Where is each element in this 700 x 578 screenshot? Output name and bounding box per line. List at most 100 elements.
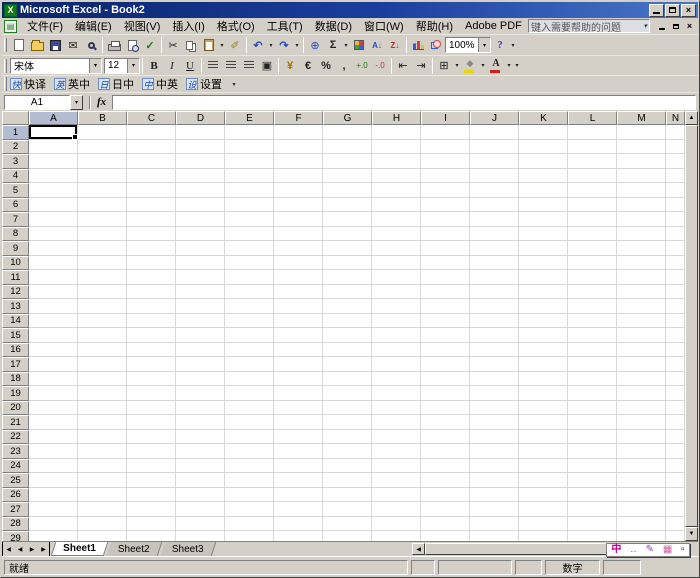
- cell-A5[interactable]: [29, 183, 78, 198]
- cell-I2[interactable]: [421, 139, 470, 154]
- select-all-corner[interactable]: [2, 111, 29, 125]
- cell-C2[interactable]: [127, 139, 176, 154]
- cell-D24[interactable]: [176, 458, 225, 473]
- column-header-E[interactable]: E: [225, 111, 274, 125]
- row-header-20[interactable]: 20: [2, 400, 29, 415]
- excel-app-icon[interactable]: X: [4, 3, 17, 17]
- column-header-C[interactable]: C: [127, 111, 176, 125]
- cell-H16[interactable]: [372, 342, 421, 357]
- cell-H9[interactable]: [372, 241, 421, 256]
- cell-G17[interactable]: [323, 357, 372, 372]
- cell-H10[interactable]: [372, 255, 421, 270]
- cell-I15[interactable]: [421, 328, 470, 343]
- column-header-N[interactable]: N: [666, 111, 685, 125]
- merge-center-button[interactable]: ▣: [258, 57, 276, 75]
- cell-B15[interactable]: [78, 328, 127, 343]
- cell-H1[interactable]: [372, 125, 421, 140]
- cell-N19[interactable]: [666, 386, 685, 401]
- cell-K27[interactable]: [519, 502, 568, 517]
- chevron-down-icon[interactable]: ▾: [127, 58, 139, 73]
- cell-E3[interactable]: [225, 154, 274, 169]
- redo-dropdown[interactable]: ▾: [293, 42, 301, 49]
- cell-H28[interactable]: [372, 516, 421, 531]
- cell-M4[interactable]: [617, 168, 666, 183]
- cell-G24[interactable]: [323, 458, 372, 473]
- cell-F3[interactable]: [274, 154, 323, 169]
- increase-indent-button[interactable]: ⇥: [412, 57, 430, 75]
- menu-item[interactable]: 数据(D): [309, 17, 358, 35]
- cell-B29[interactable]: [78, 531, 127, 541]
- cell-F9[interactable]: [274, 241, 323, 256]
- cell-M17[interactable]: [617, 357, 666, 372]
- cell-J8[interactable]: [470, 226, 519, 241]
- cell-C8[interactable]: [127, 226, 176, 241]
- cell-B11[interactable]: [78, 270, 127, 285]
- cell-E12[interactable]: [225, 284, 274, 299]
- cell-L18[interactable]: [568, 371, 617, 386]
- cell-F16[interactable]: [274, 342, 323, 357]
- cell-N17[interactable]: [666, 357, 685, 372]
- punctuation-icon[interactable]: ‥: [630, 545, 637, 555]
- cell-D10[interactable]: [176, 255, 225, 270]
- cell-C11[interactable]: [127, 270, 176, 285]
- cell-I25[interactable]: [421, 473, 470, 488]
- cell-L2[interactable]: [568, 139, 617, 154]
- cell-M3[interactable]: [617, 154, 666, 169]
- cell-A28[interactable]: [29, 516, 78, 531]
- open-button[interactable]: [28, 36, 46, 54]
- cell-E8[interactable]: [225, 226, 274, 241]
- cell-B28[interactable]: [78, 516, 127, 531]
- cell-C13[interactable]: [127, 299, 176, 314]
- sheet-tab-sheet1[interactable]: Sheet1: [50, 542, 109, 556]
- cell-H21[interactable]: [372, 415, 421, 430]
- cell-J23[interactable]: [470, 444, 519, 459]
- cell-E24[interactable]: [225, 458, 274, 473]
- cell-C14[interactable]: [127, 313, 176, 328]
- cell-M6[interactable]: [617, 197, 666, 212]
- cell-G26[interactable]: [323, 487, 372, 502]
- cell-D12[interactable]: [176, 284, 225, 299]
- decrease-decimal-button[interactable]: -.0: [371, 57, 389, 75]
- cell-E5[interactable]: [225, 183, 274, 198]
- cell-G7[interactable]: [323, 212, 372, 227]
- previous-sheet-button[interactable]: ◀: [14, 542, 26, 556]
- cell-F25[interactable]: [274, 473, 323, 488]
- scroll-left-button[interactable]: ◀: [412, 543, 425, 555]
- name-box[interactable]: A1: [4, 94, 70, 110]
- cell-M27[interactable]: [617, 502, 666, 517]
- cell-A15[interactable]: [29, 328, 78, 343]
- row-header-7[interactable]: 7: [2, 212, 29, 227]
- cell-A12[interactable]: [29, 284, 78, 299]
- cell-L24[interactable]: [568, 458, 617, 473]
- cell-I1[interactable]: [421, 125, 470, 140]
- cell-K29[interactable]: [519, 531, 568, 541]
- cell-H4[interactable]: [372, 168, 421, 183]
- cell-B12[interactable]: [78, 284, 127, 299]
- cell-D20[interactable]: [176, 400, 225, 415]
- cell-B13[interactable]: [78, 299, 127, 314]
- cell-C15[interactable]: [127, 328, 176, 343]
- autosum-button[interactable]: Σ: [324, 36, 342, 54]
- cell-M25[interactable]: [617, 473, 666, 488]
- column-header-M[interactable]: M: [617, 111, 666, 125]
- insert-hyperlink-button[interactable]: ⊕: [306, 36, 324, 54]
- column-header-G[interactable]: G: [323, 111, 372, 125]
- cell-K1[interactable]: [519, 125, 568, 140]
- cell-N28[interactable]: [666, 516, 685, 531]
- cell-H8[interactable]: [372, 226, 421, 241]
- cell-G8[interactable]: [323, 226, 372, 241]
- column-header-F[interactable]: F: [274, 111, 323, 125]
- cell-N13[interactable]: [666, 299, 685, 314]
- cell-E10[interactable]: [225, 255, 274, 270]
- cell-D25[interactable]: [176, 473, 225, 488]
- workbook-close-button[interactable]: ×: [683, 20, 696, 32]
- help-button[interactable]: ?: [491, 36, 509, 54]
- kuaiyi-button[interactable]: 设 设置: [186, 76, 222, 92]
- scroll-up-button[interactable]: ▲: [685, 111, 698, 125]
- cell-C27[interactable]: [127, 502, 176, 517]
- cell-J26[interactable]: [470, 487, 519, 502]
- cell-J19[interactable]: [470, 386, 519, 401]
- cell-K24[interactable]: [519, 458, 568, 473]
- cell-I11[interactable]: [421, 270, 470, 285]
- cell-E23[interactable]: [225, 444, 274, 459]
